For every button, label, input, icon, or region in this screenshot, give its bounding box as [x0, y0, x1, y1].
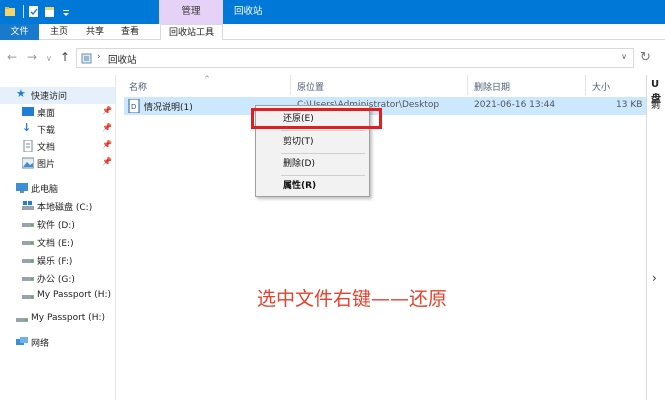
- up-arrow-icon[interactable]: ↑: [60, 50, 70, 64]
- toolbar-separator: [23, 5, 24, 18]
- instruction-annotation: 选中文件右键——还原: [257, 288, 448, 310]
- sidebar-item-label: 图片: [37, 160, 56, 170]
- drive-icon: [22, 223, 34, 227]
- sidebar-item-label: 此电脑: [31, 185, 59, 195]
- sidebar-item-downloads[interactable]: ↓ 下载 📌: [0, 121, 115, 138]
- column-header-size[interactable]: 大小: [592, 80, 610, 93]
- word-document-icon: D: [128, 99, 140, 113]
- sidebar-item-drive-c[interactable]: 本地磁盘 (C:): [0, 198, 115, 215]
- menu-item-properties[interactable]: 属性(R): [256, 177, 369, 195]
- folder-icon[interactable]: [4, 5, 16, 18]
- file-size: 13 KB: [616, 100, 643, 110]
- pin-icon: 📌: [102, 106, 112, 115]
- sidebar-item-label: 本地磁盘 (C:): [37, 203, 93, 213]
- sidebar-item-drive-e[interactable]: 文档 (E:): [0, 234, 115, 251]
- drive-icon: [22, 241, 34, 245]
- table-row[interactable]: D 情况说明(1) C:\Users\Administrator\Desktop…: [124, 97, 647, 115]
- drive-icon: [16, 318, 28, 322]
- pin-icon: 📌: [102, 140, 112, 149]
- tab-view[interactable]: 查看: [115, 24, 145, 40]
- tab-home[interactable]: 主页: [44, 24, 74, 40]
- drive-icon: [22, 295, 34, 299]
- breadcrumb[interactable]: 回收站: [108, 52, 137, 66]
- windows-drive-icon: [22, 201, 34, 210]
- menu-separator: [281, 130, 365, 131]
- back-arrow-icon[interactable]: ←: [7, 50, 17, 64]
- network-icon: [16, 337, 28, 345]
- computer-icon: [16, 183, 28, 193]
- sidebar-item-label: 娱乐 (F:): [37, 257, 73, 267]
- properties-icon[interactable]: [28, 5, 40, 18]
- column-divider[interactable]: [290, 75, 291, 95]
- window-title: 回收站: [234, 6, 263, 17]
- sidebar-item-drive-d[interactable]: 软件 (D:): [0, 216, 115, 233]
- desktop-icon: [22, 107, 34, 116]
- sidebar-item-label: 文档 (E:): [37, 239, 74, 249]
- tab-share[interactable]: 共享: [80, 24, 110, 40]
- recycle-bin-icon: [81, 53, 92, 64]
- recent-dropdown-icon[interactable]: ∨: [46, 52, 52, 66]
- file-date-deleted: 2021-06-16 13:44: [474, 100, 556, 110]
- tab-file[interactable]: 文件: [0, 24, 39, 40]
- address-row: ← → ∨ ↑ › 回收站 ∨ ↻: [0, 41, 665, 75]
- column-divider[interactable]: [467, 75, 468, 95]
- navigation-pane: ★ 快速访问 桌面 📌 ↓ 下载 📌 文档 📌 图片 📌 此电脑 本地磁盘 (C…: [0, 75, 115, 400]
- sort-ascending-icon: ^: [204, 75, 210, 83]
- sidebar-item-label: 下载: [37, 126, 56, 136]
- download-arrow-icon: ↓: [22, 121, 32, 134]
- sidebar-item-documents[interactable]: 文档 📌: [0, 138, 115, 155]
- file-name: 情况说明(1): [144, 103, 193, 113]
- column-header-original-location[interactable]: 原位置: [297, 80, 324, 93]
- chevron-right-icon[interactable]: ›: [652, 271, 657, 285]
- restore-highlight-box: [251, 108, 382, 129]
- refresh-icon[interactable]: ↻: [640, 50, 651, 65]
- sidebar-item-pictures[interactable]: 图片 📌: [0, 155, 115, 172]
- sidebar-item-this-pc[interactable]: 此电脑: [0, 180, 115, 197]
- sidebar-item-label: 桌面: [37, 109, 56, 119]
- drive-icon: [22, 259, 34, 263]
- sidebar-item-label: 网络: [31, 339, 50, 349]
- sidebar-item-label: My Passport (H:): [31, 313, 105, 323]
- tab-manage[interactable]: 管理: [159, 0, 223, 24]
- drive-icon: [22, 277, 34, 281]
- sidebar-item-quick-access[interactable]: ★ 快速访问: [0, 87, 115, 104]
- menu-item-delete[interactable]: 删除(D): [256, 155, 369, 173]
- pin-icon: 📌: [102, 157, 112, 166]
- details-pane-text: 剩: [651, 101, 661, 111]
- sidebar-item-label: 办公 (G:): [37, 275, 75, 285]
- title-bar: 管理 回收站: [0, 0, 665, 24]
- forward-arrow-icon[interactable]: →: [27, 50, 37, 64]
- column-divider[interactable]: [585, 75, 586, 95]
- address-bar[interactable]: › 回收站 ∨: [76, 48, 634, 68]
- sidebar-item-label: My Passport (H:): [37, 290, 111, 300]
- breadcrumb-chevron-icon[interactable]: ›: [97, 52, 101, 62]
- tab-recycle-bin-tools[interactable]: 回收站工具: [160, 24, 223, 40]
- sidebar-item-drive-f[interactable]: 娱乐 (F:): [0, 252, 115, 269]
- pin-icon: 📌: [102, 123, 112, 132]
- svg-text:D: D: [131, 103, 136, 111]
- picture-icon: [22, 157, 34, 169]
- details-pane: U盘 剩 ›: [646, 75, 665, 400]
- sidebar-item-label: 软件 (D:): [37, 221, 75, 231]
- column-header-date-deleted[interactable]: 删除日期: [474, 80, 510, 93]
- menu-separator: [281, 175, 365, 176]
- menu-item-cut[interactable]: 剪切(T): [256, 133, 369, 151]
- column-header-name[interactable]: 名称: [129, 80, 147, 93]
- new-folder-icon[interactable]: [44, 5, 56, 18]
- menu-separator: [281, 153, 365, 154]
- sidebar-item-desktop[interactable]: 桌面 📌: [0, 104, 115, 121]
- sidebar-item-label: 快速访问: [31, 92, 68, 102]
- sidebar-item-label: 文档: [37, 143, 56, 153]
- customize-toolbar-icon[interactable]: [60, 5, 72, 18]
- address-dropdown-icon[interactable]: ∨: [621, 52, 627, 61]
- ribbon-tabs: 文件 主页 共享 查看 回收站工具: [0, 24, 665, 40]
- sidebar-item-network[interactable]: 网络: [0, 334, 115, 351]
- document-icon: [23, 140, 33, 152]
- sidebar-item-drive-g[interactable]: 办公 (G:): [0, 270, 115, 287]
- star-icon: ★: [16, 87, 26, 100]
- sidebar-item-my-passport[interactable]: My Passport (H:): [0, 311, 115, 328]
- sidebar-item-drive-h[interactable]: My Passport (H:): [0, 288, 115, 305]
